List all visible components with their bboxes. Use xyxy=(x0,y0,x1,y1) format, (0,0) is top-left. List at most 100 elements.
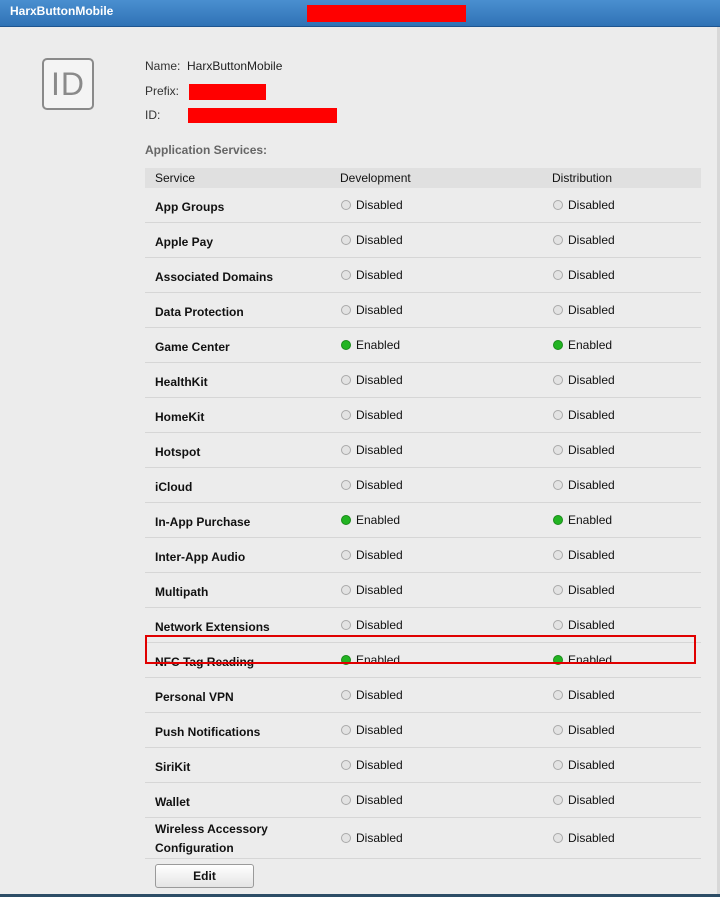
services-rows: App Groups Disabled Disabled Apple Pay Disab… xyxy=(145,188,701,859)
table-row: Personal VPN Disabled Disabled xyxy=(145,678,701,713)
development-status: Disabled xyxy=(341,233,403,247)
distribution-status: Disabled xyxy=(553,618,615,632)
enabled-dot-icon xyxy=(341,515,351,525)
development-status-text: Disabled xyxy=(356,478,403,492)
distribution-status-text: Disabled xyxy=(568,618,615,632)
development-status: Disabled xyxy=(341,303,403,317)
distribution-status-text: Disabled xyxy=(568,443,615,457)
development-status: Disabled xyxy=(341,793,403,807)
distribution-status-text: Disabled xyxy=(568,548,615,562)
disabled-dot-icon xyxy=(553,270,563,280)
table-row: Apple Pay Disabled Disabled xyxy=(145,223,701,258)
development-status-text: Disabled xyxy=(356,373,403,387)
development-status: Disabled xyxy=(341,618,403,632)
disabled-dot-icon xyxy=(553,235,563,245)
redacted-prefix xyxy=(189,84,266,100)
development-status-text: Disabled xyxy=(356,268,403,282)
distribution-status-text: Disabled xyxy=(568,373,615,387)
distribution-status: Disabled xyxy=(553,831,615,845)
column-header-distribution: Distribution xyxy=(552,171,613,185)
development-status-text: Disabled xyxy=(356,723,403,737)
enabled-dot-icon xyxy=(341,340,351,350)
development-status: Disabled xyxy=(341,408,403,422)
service-name: Apple Pay xyxy=(155,235,214,249)
disabled-dot-icon xyxy=(553,480,563,490)
disabled-dot-icon xyxy=(341,550,351,560)
service-name: In-App Purchase xyxy=(155,515,251,529)
service-name: Hotspot xyxy=(155,445,201,459)
development-status: Disabled xyxy=(341,583,403,597)
id-label: ID: xyxy=(145,108,161,122)
development-status: Disabled xyxy=(341,443,403,457)
table-row: HomeKit Disabled Disabled xyxy=(145,398,701,433)
table-row: Game Center Enabled Enabled xyxy=(145,328,701,363)
redacted-title-block xyxy=(307,5,466,22)
development-status: Disabled xyxy=(341,831,403,845)
name-value: HarxButtonMobile xyxy=(187,59,283,73)
distribution-status-text: Disabled xyxy=(568,408,615,422)
development-status-text: Disabled xyxy=(356,408,403,422)
distribution-status: Enabled xyxy=(553,513,612,527)
disabled-dot-icon xyxy=(553,445,563,455)
name-line: Name: HarxButtonMobile xyxy=(145,59,282,73)
table-row: HealthKit Disabled Disabled xyxy=(145,363,701,398)
enabled-dot-icon xyxy=(553,515,563,525)
distribution-status: Disabled xyxy=(553,268,615,282)
name-label: Name: xyxy=(145,59,181,73)
disabled-dot-icon xyxy=(553,760,563,770)
services-table: Service Development Distribution App Gro… xyxy=(145,168,701,859)
table-row: App Groups Disabled Disabled xyxy=(145,188,701,223)
table-row: Inter-App Audio Disabled Disabled xyxy=(145,538,701,573)
development-status-text: Disabled xyxy=(356,548,403,562)
service-name: Multipath xyxy=(155,585,209,599)
disabled-dot-icon xyxy=(553,585,563,595)
nfc-highlight-box xyxy=(145,635,696,664)
distribution-status: Disabled xyxy=(553,373,615,387)
distribution-status-text: Enabled xyxy=(568,338,613,352)
service-name: iCloud xyxy=(155,480,193,494)
disabled-dot-icon xyxy=(553,690,563,700)
table-row: iCloud Disabled Disabled xyxy=(145,468,701,503)
table-header: Service Development Distribution xyxy=(145,168,701,188)
distribution-status-text: Disabled xyxy=(568,793,615,807)
disabled-dot-icon xyxy=(553,620,563,630)
distribution-status: Enabled xyxy=(553,338,612,352)
disabled-dot-icon xyxy=(553,375,563,385)
service-name: Associated Domains xyxy=(155,270,274,284)
disabled-dot-icon xyxy=(553,795,563,805)
development-status: Disabled xyxy=(341,688,403,702)
service-name: HealthKit xyxy=(155,375,208,389)
table-row: Wallet Disabled Disabled xyxy=(145,783,701,818)
development-status-text: Enabled xyxy=(356,338,401,352)
disabled-dot-icon xyxy=(341,200,351,210)
edit-button[interactable]: Edit xyxy=(155,864,254,888)
table-row: Associated Domains Disabled Disabled xyxy=(145,258,701,293)
distribution-status: Disabled xyxy=(553,548,615,562)
disabled-dot-icon xyxy=(341,585,351,595)
table-row: Wireless Accessory Configuration Disabled… xyxy=(145,818,701,859)
distribution-status: Disabled xyxy=(553,723,615,737)
disabled-dot-icon xyxy=(341,690,351,700)
development-status: Enabled xyxy=(341,338,400,352)
column-header-development: Development xyxy=(340,171,411,185)
disabled-dot-icon xyxy=(341,795,351,805)
development-status-text: Enabled xyxy=(356,513,401,527)
distribution-status: Disabled xyxy=(553,758,615,772)
development-status: Disabled xyxy=(341,373,403,387)
prefix-line: Prefix: xyxy=(145,84,179,98)
development-status-text: Disabled xyxy=(356,618,403,632)
service-name: HomeKit xyxy=(155,410,205,424)
table-row: Push Notifications Disabled Disabled xyxy=(145,713,701,748)
id-icon-text: ID xyxy=(51,65,85,102)
distribution-status-text: Enabled xyxy=(568,513,613,527)
table-row: Multipath Disabled Disabled xyxy=(145,573,701,608)
service-name: Game Center xyxy=(155,340,230,354)
development-status: Enabled xyxy=(341,513,400,527)
service-name: Personal VPN xyxy=(155,690,234,704)
disabled-dot-icon xyxy=(553,305,563,315)
development-status-text: Disabled xyxy=(356,583,403,597)
service-name: Data Protection xyxy=(155,305,244,319)
disabled-dot-icon xyxy=(341,235,351,245)
disabled-dot-icon xyxy=(341,620,351,630)
application-services-title: Application Services: xyxy=(145,143,268,157)
